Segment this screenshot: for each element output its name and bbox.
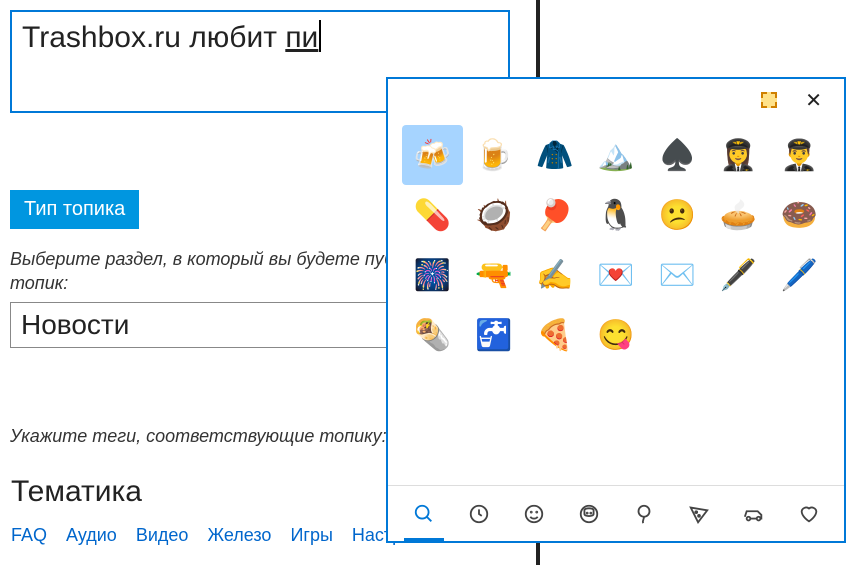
emoji-envelope[interactable]: ✉️ [647,245,708,305]
emoji-potable-water[interactable]: 🚰 [463,305,524,365]
close-icon[interactable]: ✕ [805,88,822,113]
emoji-man-pilot[interactable]: 👨‍✈️ [769,125,830,185]
emoji-beer-mug[interactable]: 🍺 [463,125,524,185]
tab-smileys[interactable] [510,492,558,536]
tab-celebration[interactable] [620,492,668,536]
emoji-beer-mugs[interactable]: 🍻 [402,125,463,185]
emoji-pie[interactable]: 🥧 [708,185,769,245]
tab-search[interactable] [400,492,448,536]
emoji-ping-pong[interactable]: 🏓 [524,185,585,245]
emoji-pizza[interactable]: 🍕 [524,305,585,365]
section-select-value: Новости [21,309,129,340]
tab-transport[interactable] [730,492,778,536]
tab-recent[interactable] [455,492,503,536]
emoji-picker-top: ✕ [388,79,844,121]
title-text: Trashbox.ru любит [22,21,285,54]
car-icon [742,503,766,525]
emoji-writing-hand[interactable]: ✍️ [524,245,585,305]
emoji-mountain[interactable]: 🏔️ [585,125,646,185]
emoji-coat[interactable]: 🧥 [524,125,585,185]
tag-link[interactable]: Железо [207,525,271,545]
tab-hearts[interactable] [785,492,833,536]
tab-food[interactable] [675,492,723,536]
emoji-pistol[interactable]: 🔫 [463,245,524,305]
search-icon [413,503,435,525]
smiley-icon [523,503,545,525]
emoji-yum-face[interactable]: 😋 [585,305,646,365]
clock-icon [468,503,490,525]
emoji-fireworks[interactable]: 🎆 [402,245,463,305]
theme-heading: Тематика [11,475,142,509]
emoji-coconut[interactable]: 🥥 [463,185,524,245]
pizza-icon [688,503,710,525]
tag-link[interactable]: Игры [290,525,332,545]
heart-icon [798,503,820,525]
tag-link[interactable]: FAQ [11,525,47,545]
ime-composition: пи [285,21,318,54]
emoji-woman-pilot[interactable]: 👩‍✈️ [708,125,769,185]
people-icon [578,503,600,525]
topic-type-button[interactable]: Тип топика [10,190,139,229]
emoji-fountain-pen[interactable]: 🖋️ [708,245,769,305]
emoji-love-letter[interactable]: 💌 [585,245,646,305]
emoji-burrito[interactable]: 🌯 [402,305,463,365]
balloon-icon [633,503,655,525]
emoji-pen[interactable]: 🖊️ [769,245,830,305]
tab-people[interactable] [565,492,613,536]
emoji-spade-suit[interactable]: ♠️ [647,125,708,185]
emoji-picker: ✕ 🍻🍺🧥🏔️♠️👩‍✈️👨‍✈️ 💊🥥🏓🐧😕🥧🍩 🎆🔫✍️💌✉️🖋️🖊️ 🌯🚰🍕😋 [386,77,846,543]
emoji-penguin[interactable]: 🐧 [585,185,646,245]
tag-link[interactable]: Аудио [66,525,117,545]
emoji-category-tabs [388,485,844,541]
tag-link[interactable]: Видео [136,525,189,545]
tags-helper-text: Укажите теги, соответствующие топику: [10,426,387,447]
emoji-pill[interactable]: 💊 [402,185,463,245]
text-cursor [319,20,321,52]
emoji-grid: 🍻🍺🧥🏔️♠️👩‍✈️👨‍✈️ 💊🥥🏓🐧😕🥧🍩 🎆🔫✍️💌✉️🖋️🖊️ 🌯🚰🍕😋 [388,121,844,485]
emoji-doughnut[interactable]: 🍩 [769,185,830,245]
ime-indicator-icon[interactable] [761,92,777,108]
emoji-confused-face[interactable]: 😕 [647,185,708,245]
